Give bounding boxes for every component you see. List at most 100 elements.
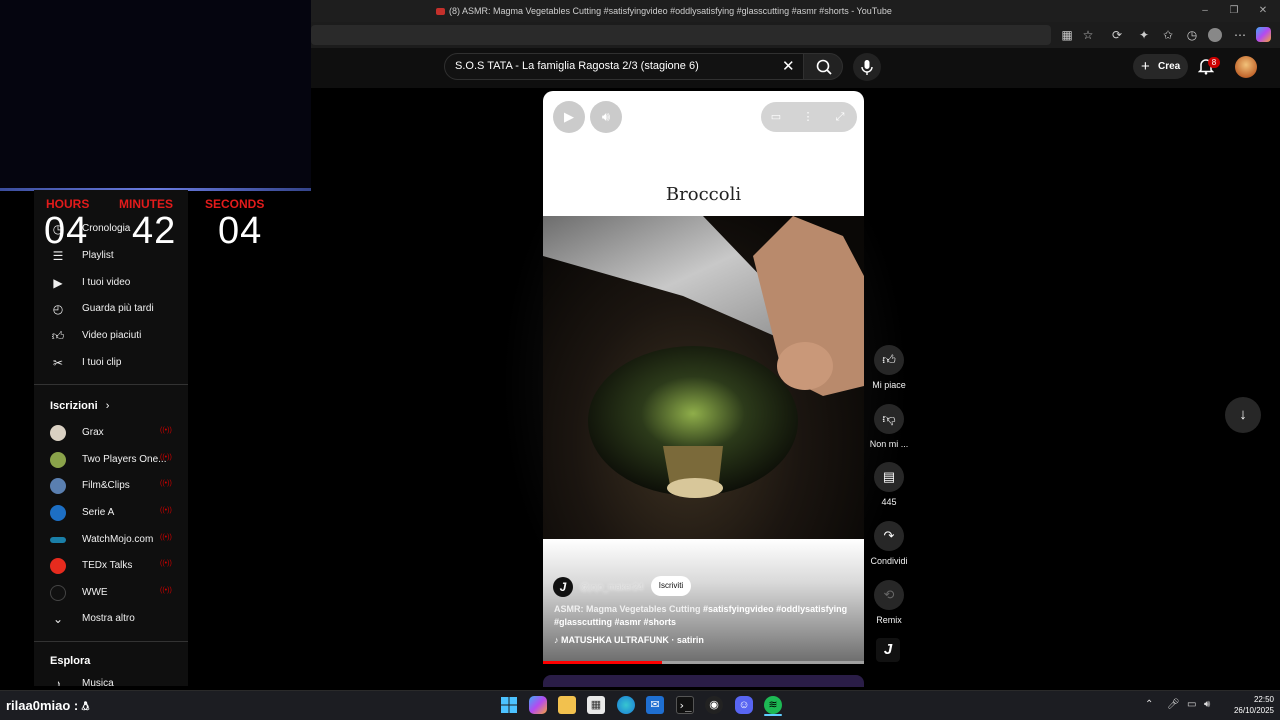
github-icon[interactable]: ◉ bbox=[705, 696, 723, 714]
puzzle-icon[interactable]: ✦ bbox=[1136, 27, 1152, 43]
copilot-icon[interactable] bbox=[529, 696, 547, 714]
file-explorer-icon[interactable] bbox=[558, 696, 576, 714]
explore-heading: Esplora bbox=[50, 655, 91, 667]
windows-logo bbox=[501, 697, 517, 713]
subscription-item[interactable]: Grax ((•)) bbox=[50, 421, 188, 445]
play-icon: ▶ bbox=[564, 109, 574, 124]
sidebar-item-your-clips[interactable]: ✂ I tuoi clip bbox=[50, 351, 188, 375]
sidebar-item-label: I tuoi video bbox=[82, 277, 131, 288]
channel-avatar bbox=[50, 505, 66, 521]
captions-icon[interactable]: ▭ bbox=[767, 108, 785, 126]
spotify-icon[interactable]: ≋ bbox=[764, 696, 782, 714]
like-label: Mi piace bbox=[872, 380, 906, 390]
subscription-item[interactable]: Serie A ((•)) bbox=[50, 501, 188, 525]
subscription-label: Two Players One... bbox=[82, 454, 167, 465]
fullscreen-icon[interactable]: ⤢ bbox=[831, 108, 849, 126]
comments-button[interactable]: ▤ bbox=[874, 462, 904, 492]
notification-count-badge: 8 bbox=[1208, 57, 1220, 68]
subscriptions-title: Iscrizioni bbox=[50, 400, 98, 412]
taskbar-user-text: rilaa0miao : bbox=[6, 698, 79, 713]
dislike-button[interactable]: 👎︎ bbox=[874, 404, 904, 434]
video-description[interactable]: ASMR: Magma Vegetables Cutting #satisfyi… bbox=[554, 603, 854, 629]
outlook-icon[interactable]: ✉ bbox=[646, 696, 664, 714]
subscription-item[interactable]: WWE ((•)) bbox=[50, 581, 188, 605]
sidebar-item-your-videos[interactable]: ▶ I tuoi video bbox=[50, 271, 188, 295]
subscriptions-heading[interactable]: Iscrizioni › bbox=[50, 400, 109, 412]
subscribe-button[interactable]: Iscriviti bbox=[651, 576, 691, 596]
active-app-indicator bbox=[764, 714, 782, 716]
address-field[interactable] bbox=[311, 25, 1051, 45]
chevron-right-icon: › bbox=[105, 400, 110, 412]
channel-avatar bbox=[50, 478, 66, 494]
remix-icon: ⟲ bbox=[883, 587, 895, 602]
sidebar-item-watch-later[interactable]: ◴ Guarda più tardi bbox=[50, 297, 188, 321]
voice-search-button[interactable] bbox=[853, 53, 881, 81]
chevron-up-icon[interactable]: ⌃ bbox=[1145, 699, 1153, 710]
minimize-icon[interactable]: – bbox=[1198, 4, 1212, 18]
video-icon: ▶ bbox=[53, 276, 63, 290]
like-button[interactable]: 👍︎ bbox=[874, 345, 904, 375]
seconds-value: 04 bbox=[218, 210, 263, 252]
channel-avatar[interactable]: J bbox=[553, 577, 573, 597]
music-note-icon: ♪ bbox=[55, 677, 61, 686]
channel-handle[interactable]: @jojo_maker24 bbox=[580, 582, 643, 592]
video-image bbox=[543, 216, 864, 498]
discord-icon[interactable]: ☺ bbox=[735, 696, 753, 714]
share-button[interactable]: ↷ bbox=[874, 521, 904, 551]
minutes-label: MINUTES bbox=[119, 197, 173, 211]
tab-icon[interactable]: ▦ bbox=[1059, 27, 1075, 43]
sidebar-item-music[interactable]: ♪ Musica bbox=[50, 672, 188, 686]
show-more-button[interactable]: ⌄ Mostra altro bbox=[50, 607, 188, 631]
copilot-icon[interactable] bbox=[1256, 27, 1271, 42]
close-icon[interactable]: ✕ bbox=[1256, 4, 1270, 18]
star-icon[interactable]: ☆ bbox=[1080, 27, 1096, 43]
subscription-label: WatchMojo.com bbox=[82, 534, 154, 545]
terminal-icon[interactable]: ›_ bbox=[676, 696, 694, 714]
clear-search-icon[interactable]: ✕ bbox=[782, 57, 795, 75]
sidebar-item-label: Video piaciuti bbox=[82, 330, 142, 341]
tab-title[interactable]: (8) ASMR: Magma Vegetables Cutting #sati… bbox=[436, 6, 892, 16]
create-button[interactable]: + Crea bbox=[1133, 54, 1188, 79]
profile-icon[interactable] bbox=[1208, 28, 1222, 42]
music-track[interactable]: ♪ MATUSHKA ULTRAFUNK · satirin bbox=[554, 635, 704, 645]
volume-button[interactable]: 🔊︎ bbox=[590, 101, 622, 133]
edge-icon[interactable] bbox=[617, 696, 635, 714]
display-icon[interactable]: ▭ bbox=[1187, 699, 1196, 710]
live-icon: ((•)) bbox=[160, 534, 172, 541]
remix-button[interactable]: ⟲ bbox=[874, 580, 904, 610]
clock-icon: ◴ bbox=[52, 302, 64, 316]
microphone-tray-icon[interactable]: 🎤︎ bbox=[1167, 699, 1180, 710]
subscription-item[interactable]: Two Players One... ((•)) bbox=[50, 448, 188, 472]
account-avatar[interactable] bbox=[1235, 56, 1257, 78]
subscription-item[interactable]: WatchMojo.com ((•)) bbox=[50, 528, 188, 552]
plus-icon: + bbox=[1141, 58, 1150, 75]
channel-avatar bbox=[50, 537, 66, 543]
more-vertical-icon[interactable]: ⋮ bbox=[799, 108, 817, 126]
windows-start-icon[interactable] bbox=[500, 696, 518, 714]
search-input-value[interactable]: S.O.S TATA - La famiglia Ragosta 2/3 (st… bbox=[455, 60, 699, 72]
timer-widget bbox=[0, 0, 311, 190]
history-icon[interactable]: ◷ bbox=[1184, 27, 1200, 43]
info-gradient bbox=[543, 539, 864, 664]
channel-thumbnail[interactable]: J bbox=[876, 638, 900, 662]
search-button[interactable] bbox=[803, 53, 843, 80]
sidebar-item-liked-videos[interactable]: 👍︎ Video piaciuti bbox=[50, 324, 188, 348]
next-video-button[interactable]: ↓ bbox=[1225, 397, 1261, 433]
store-icon[interactable]: ▦ bbox=[587, 696, 605, 714]
more-icon[interactable]: ⋯ bbox=[1232, 27, 1248, 43]
favorites-icon[interactable]: ✩ bbox=[1160, 27, 1176, 43]
subscription-item[interactable]: TEDx Talks ((•)) bbox=[50, 554, 188, 578]
extension-icon[interactable]: ⟳ bbox=[1109, 27, 1125, 43]
video-frame[interactable] bbox=[543, 216, 864, 539]
progress-fill bbox=[543, 661, 662, 664]
next-short-preview[interactable] bbox=[543, 675, 864, 687]
subscription-label: WWE bbox=[82, 587, 108, 598]
microphone-icon bbox=[861, 60, 873, 75]
sidebar-divider bbox=[34, 384, 188, 385]
play-button[interactable]: ▶ bbox=[553, 101, 585, 133]
music-label: MATUSHKA ULTRAFUNK · satirin bbox=[561, 635, 704, 645]
restore-icon[interactable]: ❐ bbox=[1227, 4, 1241, 18]
volume-tray-icon[interactable]: 🔊︎ bbox=[1204, 699, 1210, 710]
subscription-item[interactable]: Film&Clips ((•)) bbox=[50, 474, 188, 498]
system-clock[interactable]: 22:50 26/10/2025 bbox=[1222, 694, 1274, 716]
